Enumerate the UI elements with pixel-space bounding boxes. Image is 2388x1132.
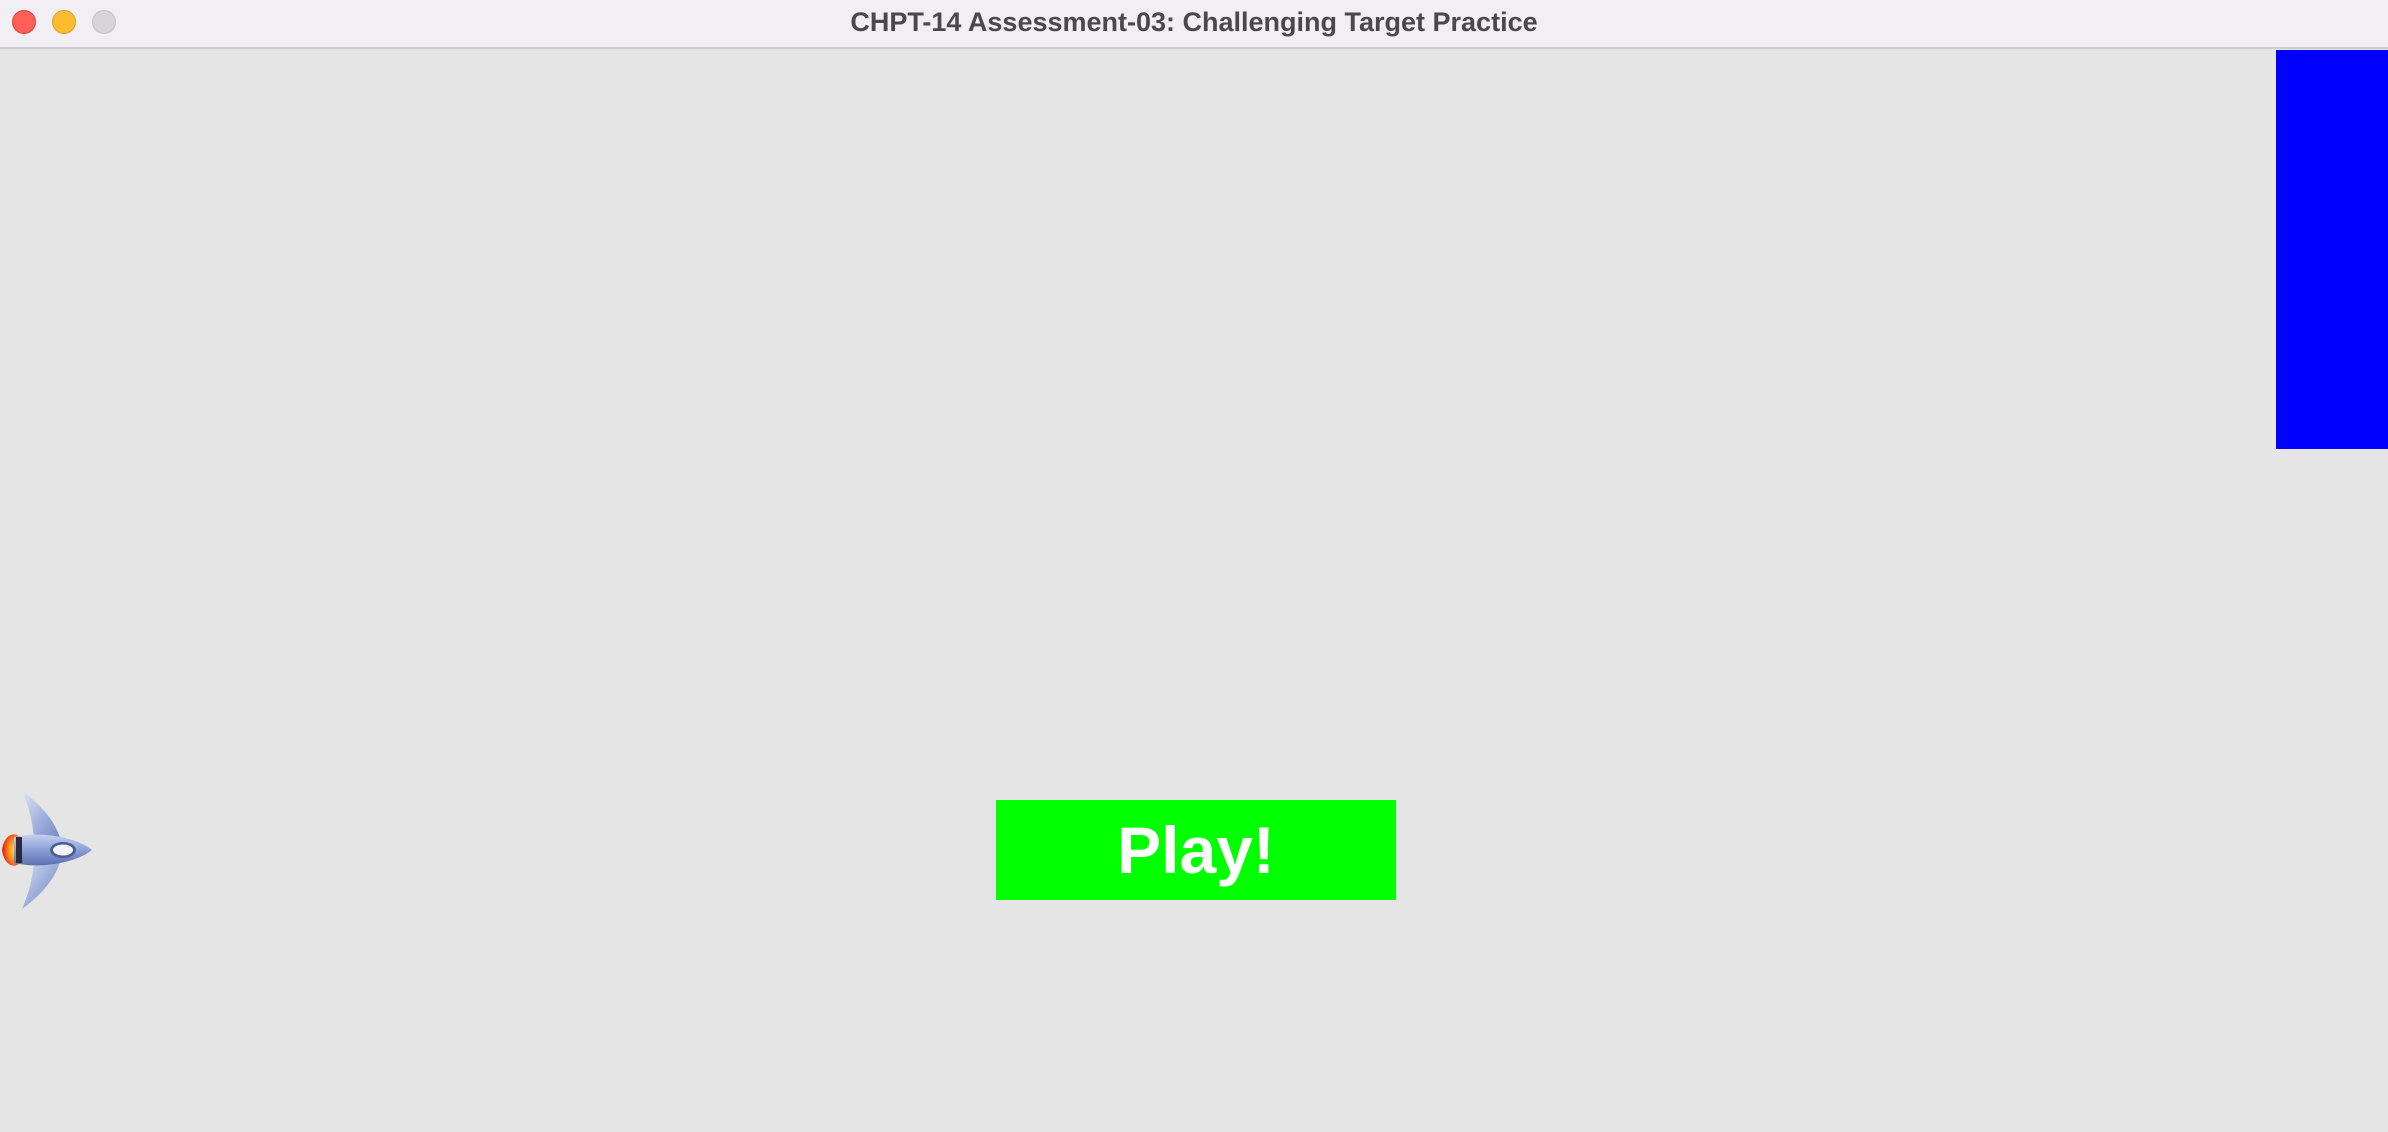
target-block <box>2276 50 2388 449</box>
app-window: CHPT-14 Assessment-03: Challenging Targe… <box>0 0 2388 1132</box>
title-bar: CHPT-14 Assessment-03: Challenging Targe… <box>0 0 2388 49</box>
rocket-ship-icon <box>2 791 92 909</box>
window-title: CHPT-14 Assessment-03: Challenging Targe… <box>850 7 1538 37</box>
game-canvas[interactable]: Play! <box>0 49 2388 1132</box>
play-button[interactable]: Play! <box>996 800 1396 900</box>
